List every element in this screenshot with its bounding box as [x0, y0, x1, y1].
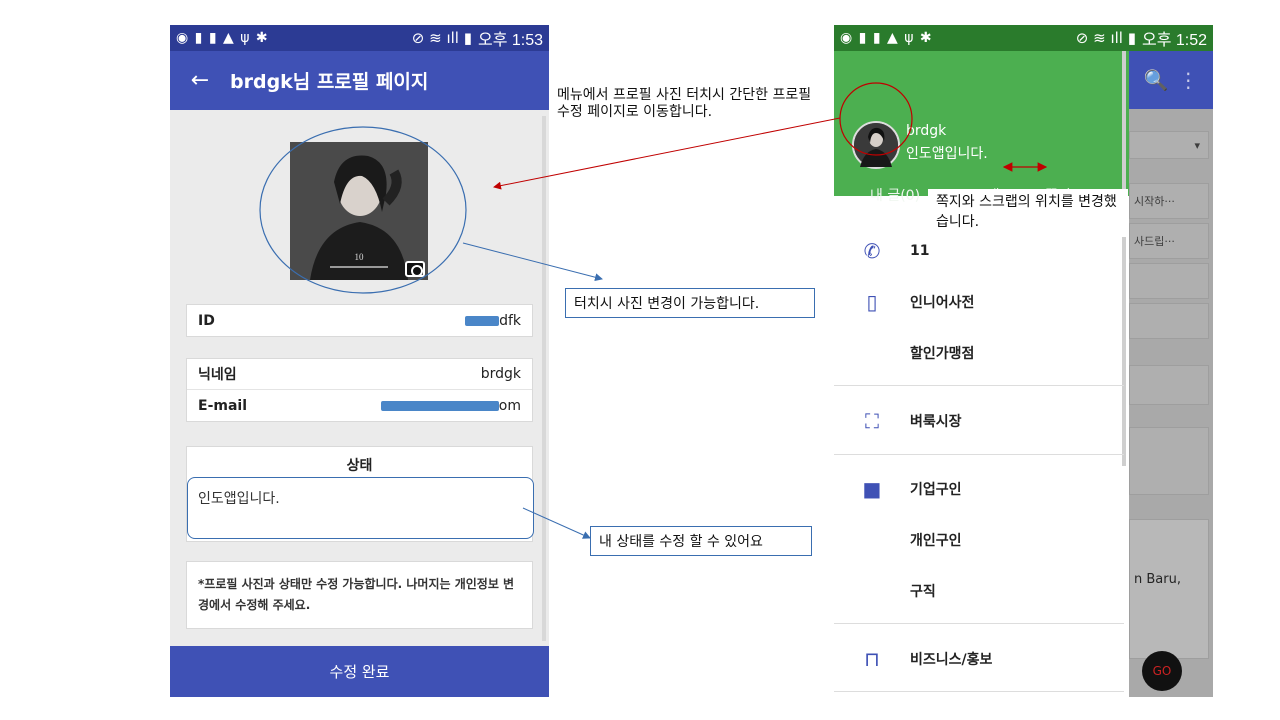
photo-highlight-ellipse	[259, 126, 467, 294]
swap-position-annotation: 쪽지와 스크랩의 위치를 변경했습니다.	[928, 189, 1128, 237]
menu-navigation-annotation: 메뉴에서 프로필 사진 터치시 간단한 프로필 수정 페이지로 이동합니다.	[557, 87, 812, 120]
menu-note-arrow	[493, 117, 841, 190]
photo-note-arrow	[462, 242, 603, 282]
status-edit-annotation: 내 상태를 수정 할 수 있어요	[590, 526, 812, 556]
photo-change-annotation: 터치시 사진 변경이 가능합니다.	[565, 288, 815, 318]
avatar-highlight-circle	[839, 82, 913, 156]
status-note-arrow	[522, 507, 591, 539]
